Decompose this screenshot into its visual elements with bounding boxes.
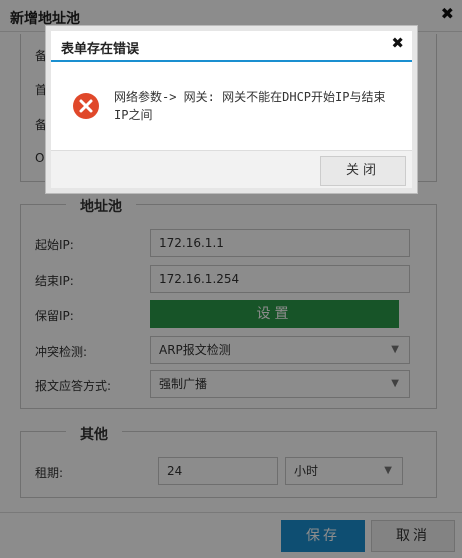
form-error-dialog: 表单存在错误 ✖ 网络参数-> 网关: 网关不能在DHCP开始IP与结束IP之间… [51, 31, 412, 188]
error-x-icon [73, 93, 99, 119]
dialog-message: 网络参数-> 网关: 网关不能在DHCP开始IP与结束IP之间 [114, 90, 386, 122]
dialog-body: 网络参数-> 网关: 网关不能在DHCP开始IP与结束IP之间 [51, 64, 412, 150]
dialog-footer: 关闭 [51, 150, 412, 188]
dialog-close-button[interactable]: 关闭 [320, 156, 406, 186]
dialog-close-icon[interactable]: ✖ [391, 34, 404, 52]
dialog-title: 表单存在错误 [61, 42, 140, 57]
dialog-header: 表单存在错误 ✖ [51, 31, 412, 62]
